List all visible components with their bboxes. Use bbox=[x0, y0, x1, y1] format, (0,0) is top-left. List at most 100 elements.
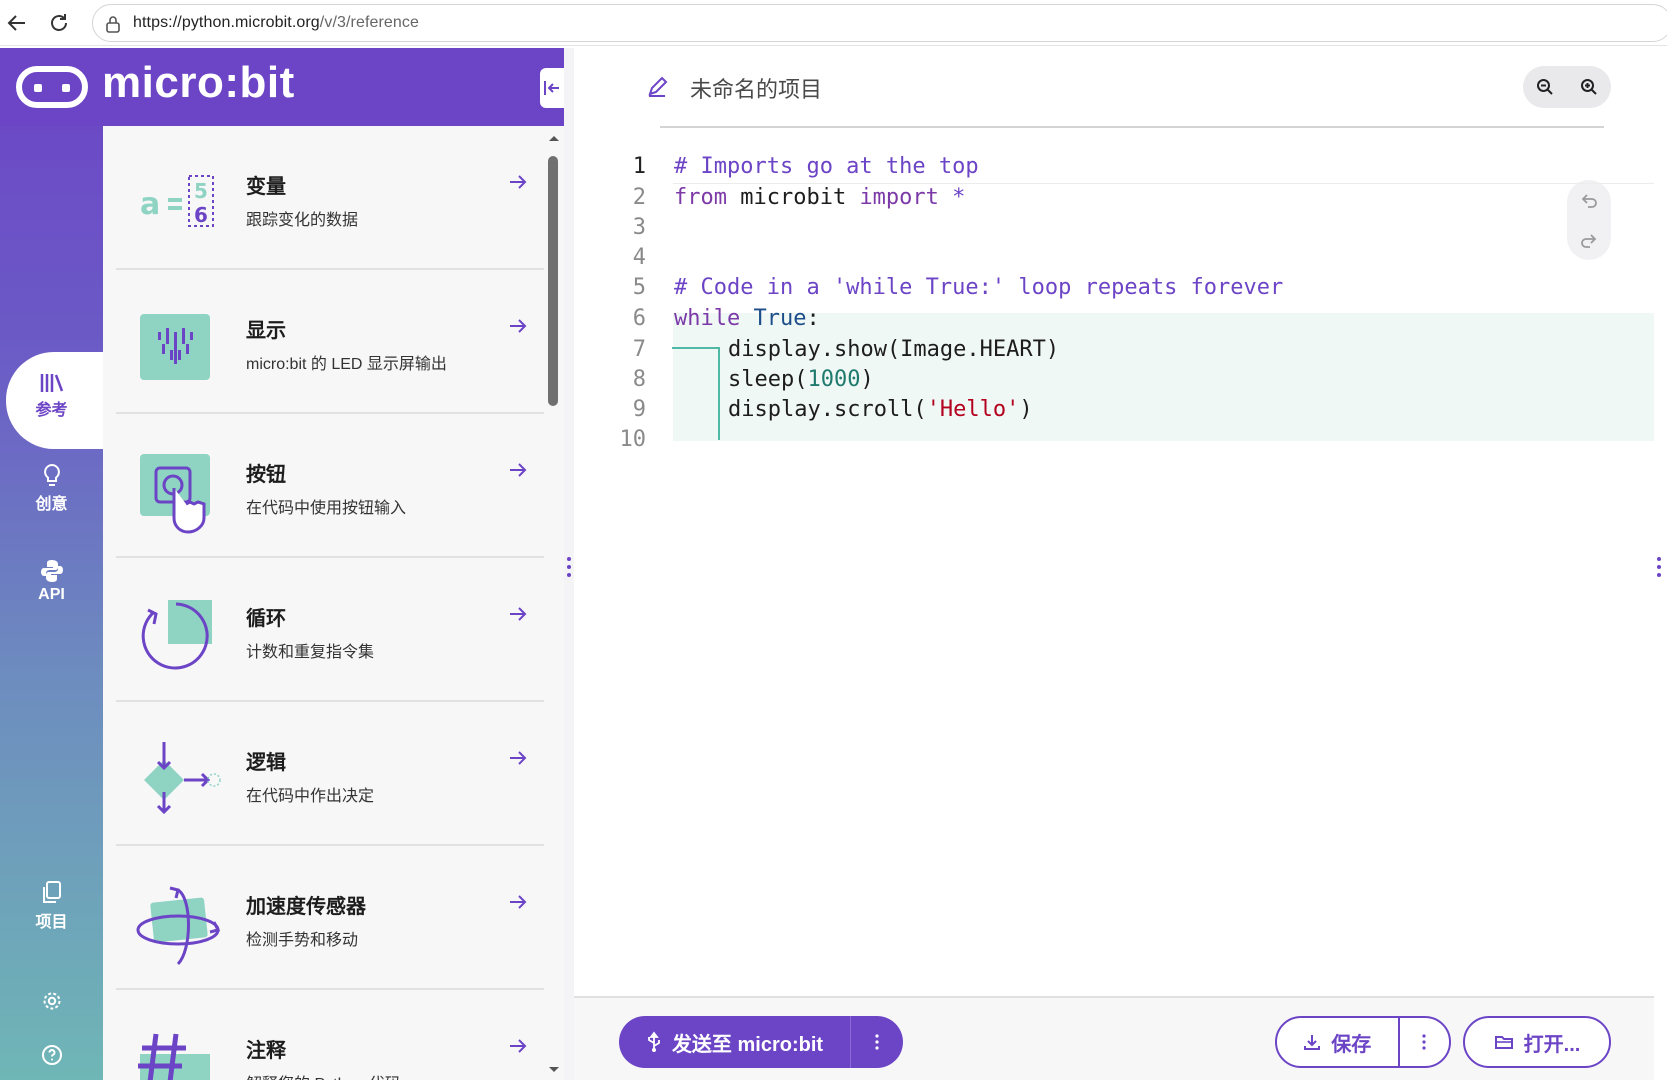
brand-header: micro:bit bbox=[0, 48, 564, 126]
help-icon bbox=[41, 1045, 62, 1065]
rail-item-help[interactable] bbox=[0, 1044, 103, 1066]
reference-panel: a 5 6 变量 跟踪变化的数据 显示 micro:bit 的 LED 显示屏输… bbox=[103, 126, 544, 1080]
save-label: 保存 bbox=[1331, 1033, 1372, 1056]
lock-icon bbox=[106, 16, 120, 33]
line-number: 1 bbox=[632, 154, 646, 179]
reference-item-logic[interactable]: 逻辑 在代码中作出决定 bbox=[116, 702, 544, 846]
code-comment: # Imports go at the top bbox=[674, 154, 979, 179]
download-icon bbox=[1304, 1035, 1321, 1050]
address-bar[interactable]: https://python.microbit.org/v/3/referenc… bbox=[92, 4, 1667, 42]
back-button[interactable] bbox=[2, 8, 32, 38]
code-line[interactable]: 5 # Code in a 'while True:' loop repeats… bbox=[600, 271, 1654, 303]
send-to-microbit-button[interactable]: 发送至 micro:bit bbox=[619, 1016, 851, 1068]
reference-title: 注释 bbox=[246, 1040, 286, 1062]
code-line[interactable]: 4 bbox=[600, 241, 1654, 273]
arrow-right-icon bbox=[510, 175, 527, 189]
reference-desc: 检测手势和移动 bbox=[246, 932, 359, 949]
line-number: 5 bbox=[632, 275, 646, 300]
arrow-right-icon bbox=[510, 607, 527, 621]
rail-item-api[interactable]: API bbox=[0, 558, 103, 604]
collapse-left-icon bbox=[544, 81, 559, 95]
loops-icon bbox=[141, 600, 212, 670]
send-options-button[interactable] bbox=[851, 1016, 903, 1068]
collapse-sidebar-button[interactable] bbox=[540, 68, 564, 108]
send-label: 发送至 micro:bit bbox=[671, 1033, 824, 1056]
rail-item-settings[interactable] bbox=[0, 990, 103, 1012]
code-line[interactable]: 10 bbox=[600, 423, 1654, 455]
reference-item-loops[interactable]: 循环 计数和重复指令集 bbox=[116, 558, 544, 702]
reference-title: 循环 bbox=[246, 608, 286, 630]
code-line[interactable]: 8 sleep(1000) bbox=[600, 363, 1654, 395]
open-button[interactable]: 打开... bbox=[1463, 1016, 1611, 1068]
code-module: microbit bbox=[726, 185, 860, 210]
arrow-right-icon bbox=[510, 463, 527, 477]
line-number: 9 bbox=[632, 397, 646, 422]
reference-item-display[interactable]: 显示 micro:bit 的 LED 显示屏输出 bbox=[116, 270, 544, 414]
code-statement: display.show(Image.HEART) bbox=[728, 337, 1060, 362]
reference-desc: 解释您的 Python 代码 bbox=[246, 1070, 401, 1080]
code-line[interactable]: 3 bbox=[600, 211, 1654, 243]
zoom-out-icon bbox=[1537, 79, 1553, 95]
accelerometer-icon bbox=[136, 886, 221, 966]
arrow-left-icon bbox=[7, 15, 25, 31]
reload-icon bbox=[51, 14, 67, 31]
arrow-right-icon bbox=[510, 895, 527, 909]
pencil-icon[interactable] bbox=[646, 76, 668, 98]
display-icon bbox=[140, 314, 210, 380]
project-name[interactable]: 未命名的项目 bbox=[690, 72, 822, 104]
code-string: 'Hello' bbox=[926, 397, 1020, 422]
line-number: 4 bbox=[632, 245, 646, 270]
zoom-in-icon bbox=[1581, 79, 1597, 95]
reference-desc: micro:bit 的 LED 显示屏输出 bbox=[246, 356, 447, 373]
save-options-button[interactable] bbox=[1400, 1018, 1449, 1066]
usb-icon bbox=[648, 1031, 660, 1052]
code-operator: * bbox=[938, 185, 966, 210]
svg-text:6: 6 bbox=[194, 203, 208, 227]
code-keyword: while bbox=[674, 306, 741, 331]
open-label: 打开... bbox=[1523, 1033, 1581, 1056]
gear-icon bbox=[43, 992, 60, 1010]
reference-item-accelerometer[interactable]: 加速度传感器 检测手势和移动 bbox=[116, 846, 544, 990]
code-keyword: from bbox=[674, 185, 727, 210]
code-number: 1000 bbox=[807, 367, 861, 392]
line-number: 8 bbox=[632, 367, 646, 392]
reference-title: 变量 bbox=[246, 176, 286, 198]
zoom-in-button[interactable] bbox=[1567, 66, 1611, 108]
scroll-up-icon[interactable] bbox=[548, 134, 560, 142]
rail-item-project[interactable]: 项目 bbox=[0, 880, 103, 932]
scroll-down-icon[interactable] bbox=[548, 1066, 560, 1074]
rail-label-api: API bbox=[38, 586, 65, 603]
reference-desc: 跟踪变化的数据 bbox=[246, 212, 359, 229]
code-constant: True bbox=[740, 306, 807, 331]
rail-item-ideas[interactable]: 创意 bbox=[0, 462, 103, 514]
scrollbar-thumb[interactable] bbox=[548, 156, 558, 406]
reference-title: 按钮 bbox=[246, 464, 286, 486]
code-line[interactable]: 7 display.show(Image.HEART) bbox=[600, 333, 1654, 365]
reference-item-comments[interactable]: 注释 解释您的 Python 代码 bbox=[116, 990, 544, 1080]
code-line[interactable]: 9 display.scroll('Hello') bbox=[600, 393, 1654, 425]
send-button-group: 发送至 micro:bit bbox=[619, 1016, 903, 1068]
line-number: 7 bbox=[632, 337, 646, 362]
zoom-out-button[interactable] bbox=[1523, 66, 1567, 108]
reference-item-variables[interactable]: a 5 6 变量 跟踪变化的数据 bbox=[116, 126, 544, 270]
save-button-group: 保存 bbox=[1275, 1016, 1451, 1068]
reload-button[interactable] bbox=[44, 8, 74, 38]
logic-icon bbox=[144, 742, 221, 815]
reference-item-buttons[interactable]: 按钮 在代码中使用按钮输入 bbox=[116, 414, 544, 558]
reference-title: 逻辑 bbox=[246, 752, 286, 774]
drag-handle-icon bbox=[567, 557, 571, 577]
brand-name: micro:bit bbox=[102, 58, 295, 107]
rail-item-reference[interactable]: 参考 bbox=[6, 352, 103, 449]
line-number: 10 bbox=[619, 427, 647, 452]
code-line[interactable]: 2 from microbit import * bbox=[600, 181, 1654, 213]
url-host: https://python.microbit.org bbox=[133, 14, 320, 31]
browser-toolbar: https://python.microbit.org/v/3/referenc… bbox=[0, 0, 1667, 46]
code-line[interactable]: 6 while True: bbox=[600, 302, 1654, 334]
save-button[interactable]: 保存 bbox=[1277, 1018, 1400, 1066]
line-number: 3 bbox=[632, 215, 646, 240]
code-line[interactable]: 1 # Imports go at the top bbox=[600, 150, 1654, 182]
drag-handle-icon[interactable] bbox=[1656, 556, 1662, 578]
files-icon bbox=[42, 881, 61, 903]
buttons-icon bbox=[140, 454, 210, 534]
reference-desc: 在代码中使用按钮输入 bbox=[246, 500, 407, 517]
